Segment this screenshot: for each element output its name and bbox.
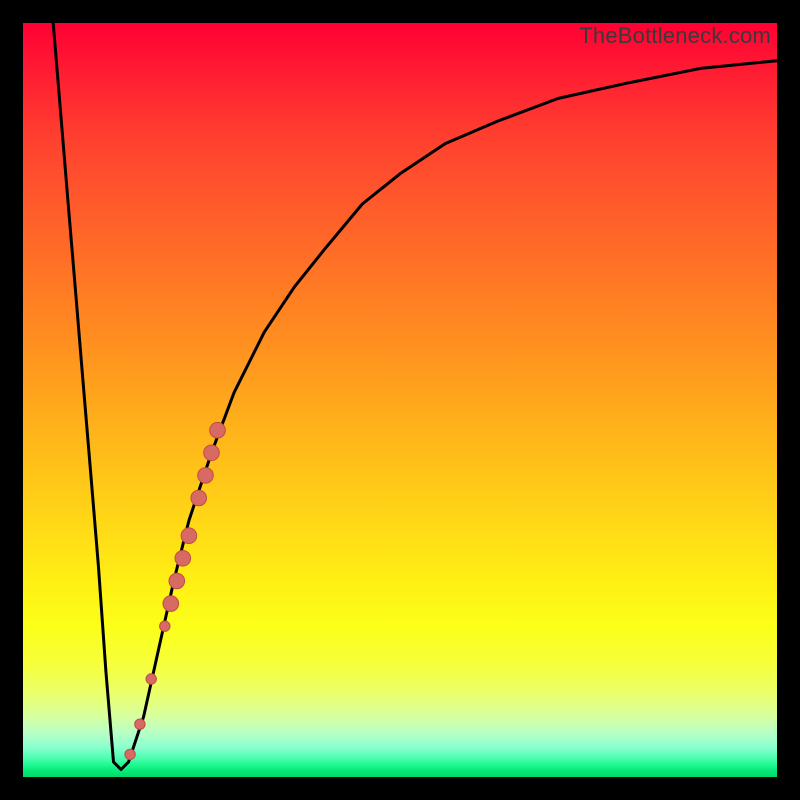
chart-frame: TheBottleneck.com <box>0 0 800 800</box>
data-marker <box>181 528 197 544</box>
data-marker <box>175 551 191 567</box>
chart-svg <box>23 23 777 777</box>
data-marker <box>125 749 135 759</box>
data-marker <box>191 490 207 506</box>
data-marker <box>169 573 185 589</box>
data-marker <box>198 468 214 484</box>
data-marker <box>204 445 220 461</box>
data-marker <box>163 596 179 612</box>
data-marker <box>210 422 226 438</box>
data-marker <box>135 719 145 729</box>
marker-layer <box>125 422 225 759</box>
curve-layer <box>53 23 777 770</box>
data-marker <box>146 674 156 684</box>
data-marker <box>160 621 170 631</box>
plot-area: TheBottleneck.com <box>23 23 777 777</box>
bottleneck-curve <box>53 23 777 770</box>
